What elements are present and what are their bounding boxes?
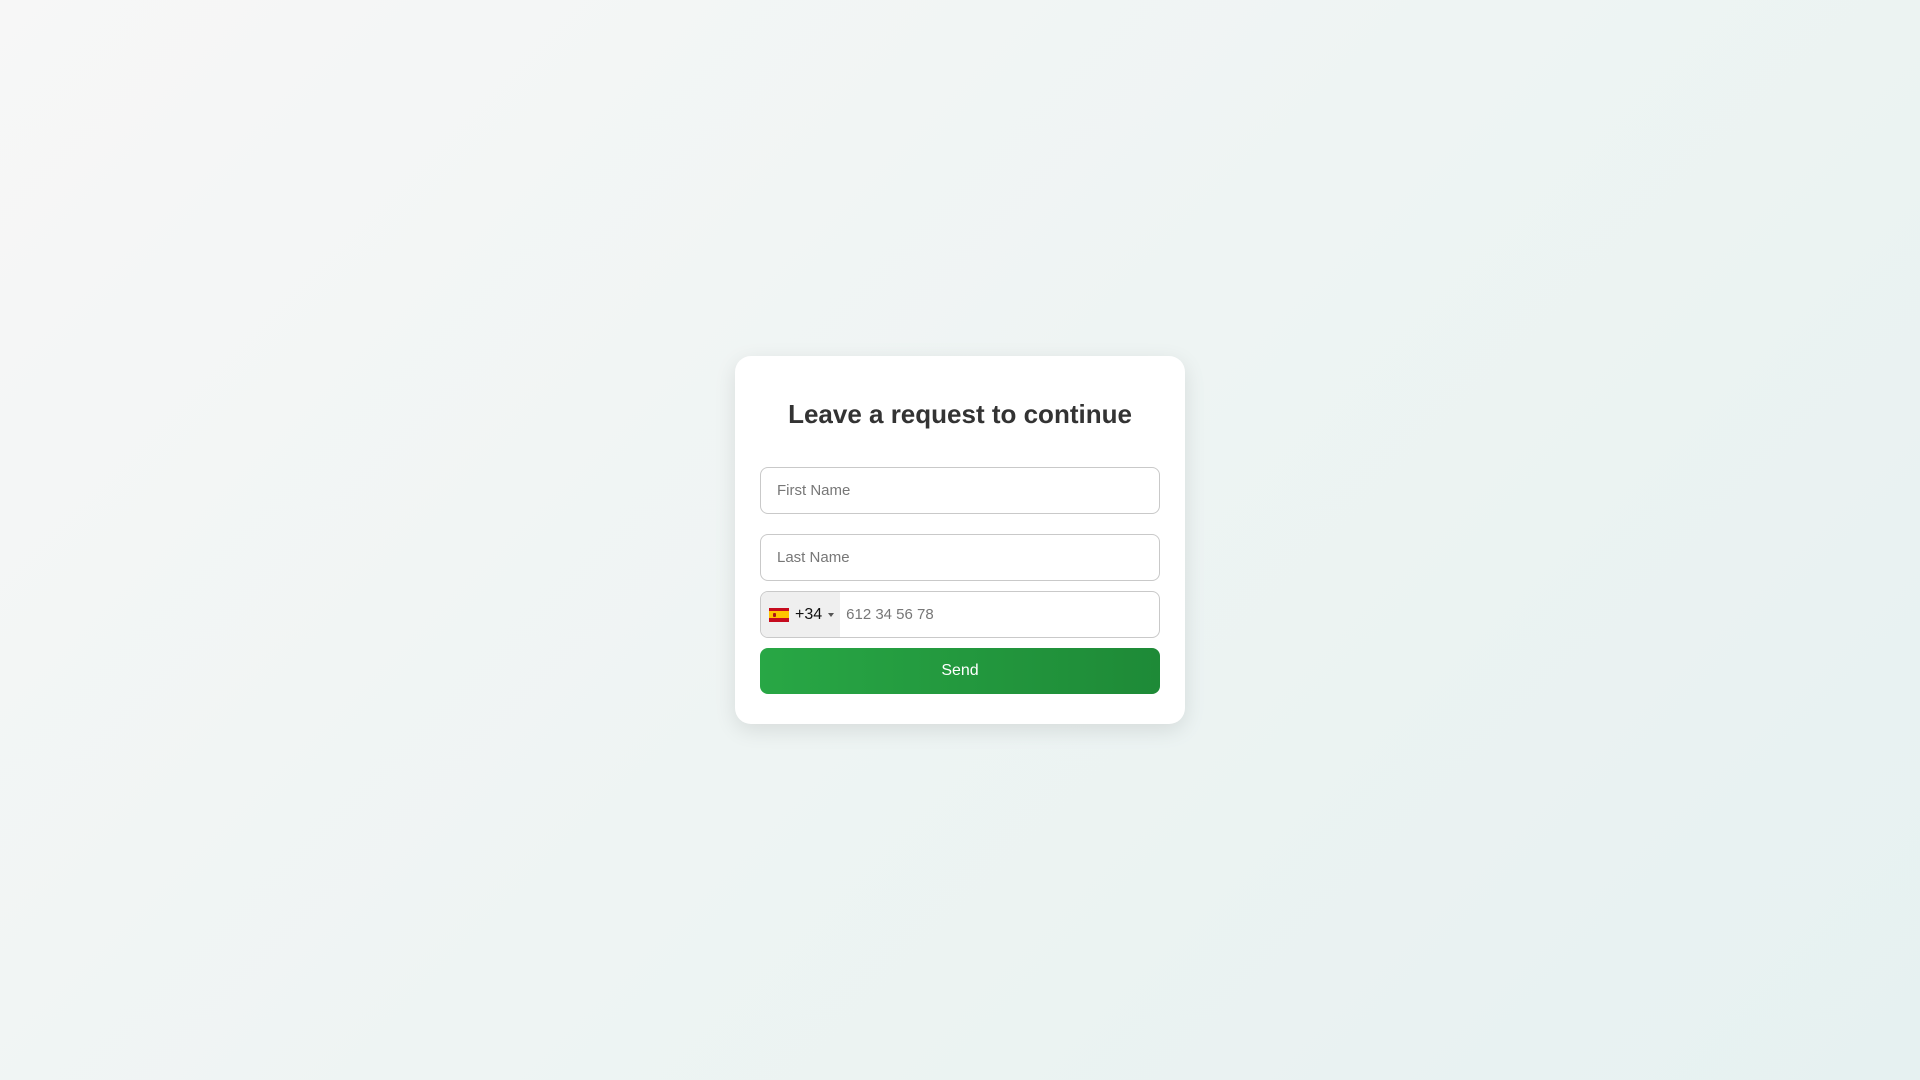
dial-code: +34 <box>795 605 823 623</box>
form-title: Leave a request to continue <box>788 399 1132 429</box>
first-name-input[interactable] <box>760 467 1160 514</box>
last-name-input[interactable] <box>760 534 1160 581</box>
country-code-selector[interactable]: +34 <box>761 592 841 637</box>
spain-flag-icon <box>769 607 789 622</box>
send-button[interactable]: Send <box>760 648 1160 694</box>
phone-number-input[interactable] <box>840 592 1159 637</box>
phone-field: +34 <box>760 591 1160 638</box>
request-form-card: Leave a request to continue +34 Send <box>735 356 1185 724</box>
chevron-down-icon <box>828 612 835 617</box>
